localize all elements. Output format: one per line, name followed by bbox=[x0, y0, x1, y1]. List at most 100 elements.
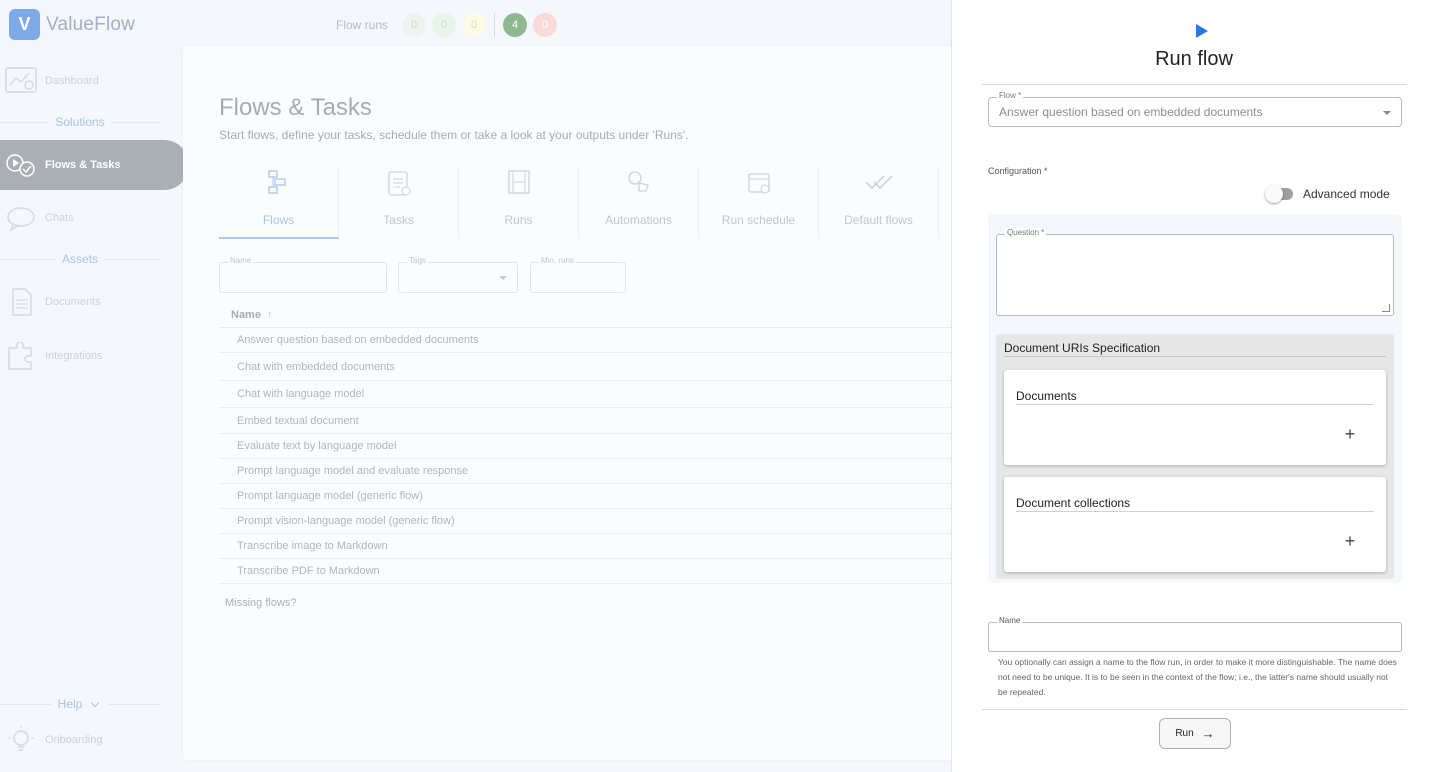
sidebar-item-label: Onboarding bbox=[45, 734, 103, 746]
runs-badge-succeeded[interactable]: 4 bbox=[503, 13, 528, 37]
film-icon bbox=[459, 169, 578, 199]
tab-run-schedule[interactable]: Run schedule bbox=[699, 165, 819, 239]
flow-name-cell: Evaluate text by language model bbox=[237, 440, 397, 452]
run-name-helper-text: You optionally can assign a name to the … bbox=[998, 657, 1397, 697]
runs-badge-failed[interactable]: 0 bbox=[533, 13, 558, 37]
resize-handle-icon[interactable] bbox=[1382, 304, 1390, 312]
tags-filter-select[interactable]: Tags bbox=[398, 256, 518, 293]
filter-label: Tags bbox=[407, 256, 428, 265]
tab-runs[interactable]: Runs bbox=[459, 165, 579, 239]
table-row[interactable]: Prompt language model (generic flow) bbox=[219, 484, 963, 509]
sidebar-item-flows-tasks[interactable]: Flows & Tasks bbox=[0, 140, 189, 190]
documents-title: Documents bbox=[1016, 389, 1077, 403]
min-runs-filter-input[interactable]: Min. runs bbox=[530, 256, 626, 293]
tab-label: Flows bbox=[262, 213, 295, 227]
run-button-label: Run bbox=[1175, 728, 1194, 739]
run-button[interactable]: Run → bbox=[1159, 718, 1231, 749]
question-label: Question * bbox=[1005, 228, 1047, 237]
tab-bar: Flows Tasks Runs Automations Run schedul… bbox=[219, 165, 939, 239]
lightbulb-icon bbox=[5, 725, 37, 755]
toggle-knob bbox=[1265, 185, 1283, 203]
tab-label: Runs bbox=[504, 213, 533, 227]
sidebar-item-documents[interactable]: Documents bbox=[0, 277, 189, 327]
tab-automations[interactable]: Automations bbox=[579, 165, 699, 239]
app-name: ValueFlow bbox=[46, 13, 136, 35]
play-icon bbox=[1196, 24, 1208, 38]
flow-name-cell: Prompt vision-language model (generic fl… bbox=[237, 515, 455, 527]
table-row[interactable]: Transcribe PDF to Markdown bbox=[219, 559, 963, 584]
advanced-mode-label: Advanced mode bbox=[1303, 187, 1390, 201]
runs-badge-waiting[interactable]: 0 bbox=[462, 13, 487, 37]
chevron-down-icon bbox=[91, 698, 100, 707]
flow-select-label: Flow * bbox=[997, 91, 1024, 100]
page-subtitle: Start flows, define your tasks, schedule… bbox=[219, 128, 689, 142]
automation-icon bbox=[579, 169, 698, 199]
add-collection-icon[interactable]: + bbox=[1342, 532, 1358, 550]
table-row[interactable]: Chat with embedded documents bbox=[219, 353, 963, 381]
flow-name-cell: Transcribe image to Markdown bbox=[237, 540, 388, 552]
tab-default-flows[interactable]: Default flows bbox=[819, 165, 939, 239]
collections-title: Document collections bbox=[1016, 496, 1131, 510]
filter-label: Name bbox=[228, 256, 254, 265]
help-section-toggle[interactable]: Help bbox=[0, 697, 160, 711]
puzzle-icon bbox=[5, 341, 37, 371]
table-row[interactable]: Transcribe image to Markdown bbox=[219, 534, 963, 559]
chat-icon bbox=[5, 203, 37, 233]
divider bbox=[982, 709, 1407, 710]
name-filter-input[interactable]: Name bbox=[219, 256, 387, 293]
flow-select[interactable]: Flow * Answer question based on embedded… bbox=[988, 91, 1402, 127]
flow-name-cell: Answer question based on embedded docume… bbox=[237, 333, 479, 346]
section-label: Solutions bbox=[55, 115, 105, 129]
sidebar-item-chats[interactable]: Chats bbox=[0, 193, 189, 243]
table-row[interactable]: Embed textual document bbox=[219, 408, 963, 434]
configuration-panel: Question * Document URIs Specification D… bbox=[988, 214, 1402, 583]
table-row[interactable]: Answer question based on embedded docume… bbox=[219, 327, 963, 353]
sidebar-item-label: Flows & Tasks bbox=[45, 159, 121, 171]
table-row[interactable]: Evaluate text by language model bbox=[219, 434, 963, 459]
add-document-icon[interactable]: + bbox=[1342, 425, 1358, 443]
sidebar-item-label: Dashboard bbox=[45, 75, 99, 87]
sidebar-item-onboarding[interactable]: Onboarding bbox=[0, 715, 189, 765]
filter-label: Min. runs bbox=[539, 256, 576, 265]
documents-card: Documents + bbox=[1004, 370, 1386, 465]
dashboard-icon bbox=[5, 66, 37, 96]
sort-ascending-icon: ↑ bbox=[266, 308, 273, 321]
drawer-title: Run flow bbox=[1155, 48, 1233, 70]
question-textarea[interactable]: Question * bbox=[996, 228, 1394, 316]
flow-name-cell: Prompt language model (generic flow) bbox=[237, 490, 423, 502]
document-collections-card: Document collections + bbox=[1004, 477, 1386, 572]
arrow-right-icon: → bbox=[1201, 726, 1215, 741]
table-row[interactable]: Prompt vision-language model (generic fl… bbox=[219, 509, 963, 534]
column-header-label: Name bbox=[231, 308, 261, 321]
flow-name-cell: Chat with language model bbox=[237, 388, 365, 400]
missing-flows-link[interactable]: Missing flows? bbox=[225, 597, 297, 609]
flow-icon bbox=[219, 169, 338, 199]
document-uris-spec: Document URIs Specification Documents + … bbox=[996, 334, 1394, 579]
sidebar-item-dashboard[interactable]: Dashboard bbox=[0, 56, 189, 106]
logo-icon: V bbox=[9, 9, 40, 40]
section-label: Assets bbox=[62, 252, 99, 266]
dropdown-arrow-icon bbox=[1383, 111, 1391, 115]
flow-select-value: Answer question based on embedded docume… bbox=[999, 105, 1263, 119]
table-header-name[interactable]: Name ↑ bbox=[219, 302, 963, 328]
page-title: Flows & Tasks bbox=[219, 94, 372, 121]
table-row[interactable]: Chat with language model bbox=[219, 381, 963, 408]
flow-name-cell: Embed textual document bbox=[237, 414, 359, 427]
tab-label: Automations bbox=[605, 213, 672, 227]
tab-label: Default flows bbox=[844, 213, 913, 227]
tab-tasks[interactable]: Tasks bbox=[339, 165, 459, 239]
divider bbox=[982, 84, 1407, 85]
tab-flows[interactable]: Flows bbox=[219, 165, 339, 239]
badge-divider bbox=[494, 13, 496, 37]
tab-label: Tasks bbox=[383, 213, 414, 227]
double-check-icon bbox=[819, 169, 938, 199]
table-row[interactable]: Prompt language model and evaluate respo… bbox=[219, 459, 963, 484]
runs-badge-queued[interactable]: 0 bbox=[402, 13, 427, 37]
runs-badge-running[interactable]: 0 bbox=[432, 13, 457, 37]
advanced-mode-toggle[interactable] bbox=[1265, 185, 1293, 203]
configuration-label: Configuration * bbox=[988, 166, 1048, 176]
app-logo[interactable]: V ValueFlow bbox=[9, 9, 135, 40]
sidebar-item-integrations[interactable]: Integrations bbox=[0, 331, 189, 381]
flow-name-cell: Prompt language model and evaluate respo… bbox=[237, 465, 469, 477]
run-name-input[interactable]: Name bbox=[988, 616, 1402, 652]
